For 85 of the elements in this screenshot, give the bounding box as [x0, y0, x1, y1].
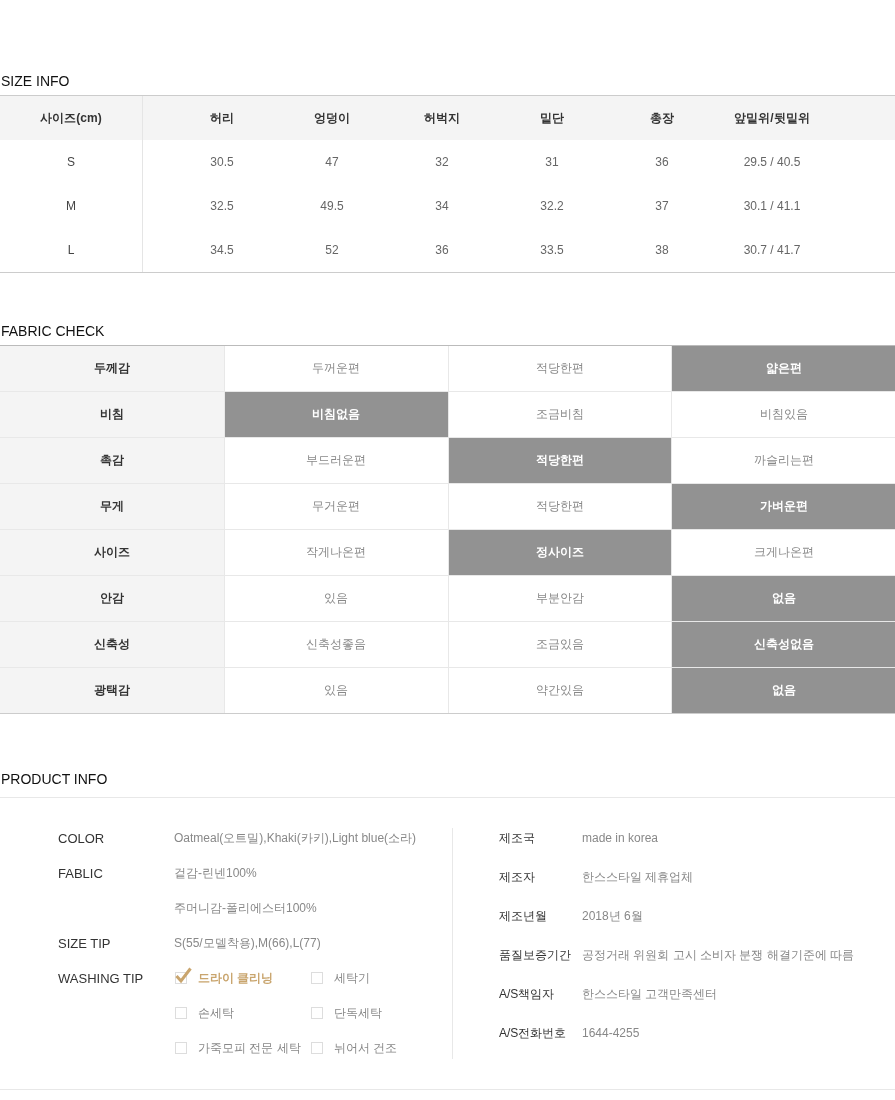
info-value: 2018년 6월: [582, 908, 643, 925]
info-label: A/S책임자: [499, 986, 556, 1003]
table-cell: 비침있음: [671, 392, 895, 437]
info-label: A/S전화번호: [499, 1025, 568, 1042]
table-cell: 없음: [671, 668, 895, 713]
info-value: 공정거래 위원회 고시 소비자 분쟁 해결기준에 따름: [582, 947, 854, 964]
info-value: S(55/모델착용),M(66),L(77): [174, 935, 321, 952]
table-cell: 정사이즈: [447, 530, 672, 575]
table-cell-text: 34.5: [209, 243, 235, 257]
info-label: FABLIC: [57, 865, 104, 883]
option-label: 가죽모피 전문 세탁: [198, 1040, 301, 1057]
info-label: 제조자: [499, 869, 536, 886]
row-header: 사이즈: [0, 530, 224, 575]
table-cell-text: 32.5: [209, 199, 235, 213]
table-cell-text: 38: [654, 243, 670, 257]
option-label: 손세탁: [198, 1005, 234, 1022]
table-cell-text: 31: [544, 155, 560, 169]
info-label: WASHING TIP: [57, 970, 145, 988]
row-header: 비침: [0, 392, 224, 437]
table-cell: 있음: [223, 576, 448, 621]
table-cell: 신축성없음: [671, 622, 895, 667]
option-label: 단독세탁: [334, 1005, 382, 1022]
option-label: 드라이 클리닝: [198, 970, 274, 987]
table-cell: 두꺼운편: [223, 346, 448, 391]
column-header: 허벅지: [423, 109, 461, 127]
table-cell: 신축성좋음: [223, 622, 448, 667]
table-cell: 적당한편: [447, 438, 672, 483]
table-cell-text: 34: [434, 199, 450, 213]
column-header: 사이즈(cm): [0, 96, 143, 140]
table-cell: 무거운편: [223, 484, 448, 529]
table-cell-text: 36: [654, 155, 670, 169]
table-cell: L: [0, 228, 143, 272]
table-cell: 없음: [671, 576, 895, 621]
option-label: 세탁기: [334, 970, 370, 987]
section-title: FABRIC CHECK: [0, 323, 106, 341]
info-value: made in korea: [582, 830, 659, 847]
column-header: 총장: [649, 109, 675, 127]
table-cell: 부드러운편: [223, 438, 448, 483]
section-title: PRODUCT INFO: [0, 714, 895, 798]
row-header: 광택감: [0, 668, 224, 713]
info-value: 한스스타일 제휴업체: [582, 869, 694, 886]
table-cell: 있음: [223, 668, 448, 713]
table-cell-text: 30.5: [209, 155, 235, 169]
table-cell-text: 52: [324, 243, 340, 257]
table-cell-text: 30.7 / 41.7: [742, 243, 802, 257]
info-label: SIZE TIP: [57, 935, 112, 953]
column-header: 엉덩이: [313, 109, 351, 127]
info-label: 제조국: [499, 830, 536, 847]
table-cell-text: 49.5: [319, 199, 345, 213]
row-header: 촉감: [0, 438, 224, 483]
row-header: 신축성: [0, 622, 224, 667]
table-cell-text: 36: [434, 243, 450, 257]
section-title: SIZE INFO: [0, 72, 71, 91]
option-label: 뉘어서 건조: [334, 1040, 398, 1057]
table-cell-text: 32.2: [539, 199, 565, 213]
checkbox[interactable]: [174, 967, 192, 985]
table-cell: S: [0, 140, 143, 184]
table-cell-text: 47: [324, 155, 340, 169]
table-cell-text: 37: [654, 199, 670, 213]
info-value: 주머니감-폴리에스터100%: [174, 900, 317, 917]
table-cell: 크게나온편: [671, 530, 895, 575]
row-header: 두께감: [0, 346, 224, 391]
info-label: 품질보증기간: [499, 947, 572, 964]
table-cell: 조금비침: [447, 392, 672, 437]
info-value: 겉감-린넨100%: [174, 865, 258, 882]
table-cell-text: 29.5 / 40.5: [742, 155, 802, 169]
table-cell: 비침없음: [223, 392, 448, 437]
column-header: 앞밑위/뒷밑위: [733, 109, 811, 127]
table-cell: 까슬리는편: [671, 438, 895, 483]
table-cell: M: [0, 184, 143, 228]
info-label: 제조년월: [499, 908, 548, 925]
table-cell-text: 30.1 / 41.1: [742, 199, 802, 213]
table-cell-text: 33.5: [539, 243, 565, 257]
row-header: 안감: [0, 576, 224, 621]
table-cell-text: 32: [434, 155, 450, 169]
info-label: COLOR: [57, 830, 106, 848]
table-cell: 얇은편: [671, 346, 895, 391]
table-cell: 가벼운편: [671, 484, 895, 529]
column-header: 허리: [209, 109, 235, 127]
column-header: 밑단: [539, 109, 565, 127]
info-value: 한스스타일 고객만족센터: [582, 986, 718, 1003]
info-value: 1644-4255: [582, 1025, 640, 1042]
info-value: Oatmeal(오트밀),Khaki(카키),Light blue(소라): [174, 830, 417, 847]
table-cell: 작게나온편: [223, 530, 448, 575]
row-header: 무게: [0, 484, 224, 529]
